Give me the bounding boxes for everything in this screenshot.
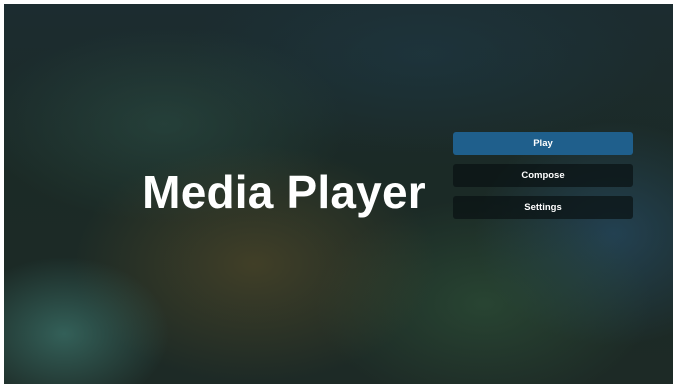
app-title: Media Player bbox=[142, 166, 426, 218]
compose-button[interactable]: Compose bbox=[453, 164, 633, 187]
play-button[interactable]: Play bbox=[453, 132, 633, 155]
home-screen: Media Player Play Compose Settings bbox=[4, 4, 673, 384]
settings-button[interactable]: Settings bbox=[453, 196, 633, 219]
main-menu: Play Compose Settings bbox=[453, 132, 633, 228]
